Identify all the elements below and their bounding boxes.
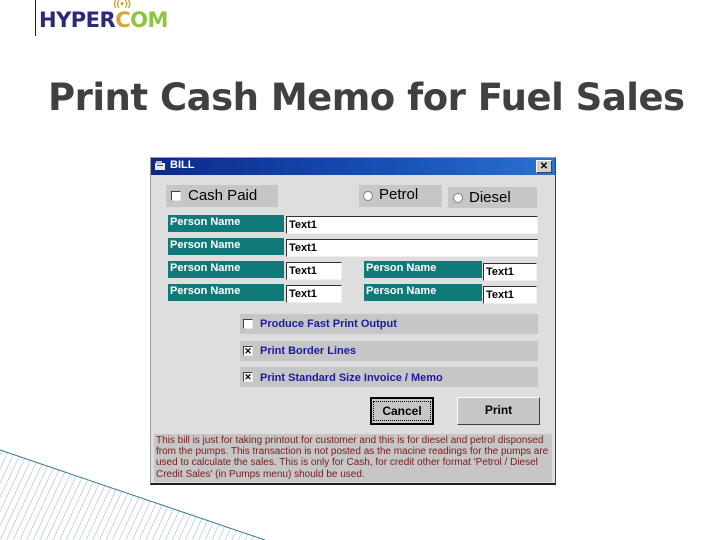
- radio-petrol-circle[interactable]: [363, 191, 373, 201]
- print-button[interactable]: Print: [457, 397, 540, 425]
- logo-text-hyper: HYPER: [39, 8, 116, 32]
- cash-paid-label: Cash Paid: [188, 187, 258, 204]
- field-input-6[interactable]: Text1: [483, 286, 537, 304]
- cash-paid-checkbox-box[interactable]: [171, 191, 181, 201]
- option-fast-print[interactable]: Produce Fast Print Output: [240, 314, 538, 334]
- option-standard-size[interactable]: ✕ Print Standard Size Invoice / Memo: [240, 367, 538, 387]
- field-label-5: Person Name: [168, 284, 284, 301]
- logo-text-om: OM: [130, 8, 168, 32]
- field-label-1: Person Name: [168, 215, 284, 232]
- option-fast-print-label: Produce Fast Print Output: [260, 318, 397, 330]
- field-label-4: Person Name: [364, 261, 482, 278]
- logo-divider: [35, 0, 36, 36]
- radio-diesel-label: Diesel: [469, 189, 511, 206]
- option-standard-size-label: Print Standard Size Invoice / Memo: [260, 372, 443, 384]
- bill-dialog: BILL ✕ Cash Paid Petrol Diesel Person Na…: [150, 157, 556, 485]
- field-input-3[interactable]: Text1: [286, 262, 342, 280]
- field-label-3: Person Name: [168, 261, 284, 278]
- cancel-button-label: Cancel: [373, 401, 431, 421]
- option-border-lines[interactable]: ✕ Print Border Lines: [240, 341, 538, 361]
- radio-diesel-circle[interactable]: [453, 193, 463, 203]
- dialog-title: BILL: [170, 159, 195, 171]
- radio-petrol[interactable]: Petrol: [359, 185, 442, 207]
- field-input-4[interactable]: Text1: [483, 263, 537, 281]
- option-fast-print-checkbox[interactable]: [243, 319, 253, 329]
- option-border-lines-checkbox[interactable]: ✕: [243, 346, 253, 356]
- field-label-6: Person Name: [364, 284, 482, 301]
- window-icon: [155, 161, 165, 170]
- slide-title: Print Cash Memo for Fuel Sales: [48, 76, 685, 119]
- cancel-button[interactable]: Cancel: [370, 397, 434, 425]
- logo-text-c: C: [115, 8, 131, 32]
- info-text: This bill is just for taking printout fo…: [154, 434, 552, 482]
- field-input-1[interactable]: Text1: [286, 216, 538, 234]
- radio-petrol-label: Petrol: [379, 186, 419, 203]
- dialog-titlebar[interactable]: BILL ✕: [151, 158, 555, 175]
- hypercom-logo: HYPERCOM: [39, 8, 168, 32]
- field-input-2[interactable]: Text1: [286, 239, 538, 257]
- field-label-2: Person Name: [168, 238, 284, 255]
- close-button[interactable]: ✕: [536, 160, 552, 173]
- option-standard-size-checkbox[interactable]: ✕: [243, 372, 253, 382]
- field-input-5[interactable]: Text1: [286, 285, 342, 303]
- option-border-lines-label: Print Border Lines: [260, 345, 356, 357]
- radio-diesel[interactable]: Diesel: [448, 187, 537, 208]
- cash-paid-checkbox[interactable]: Cash Paid: [166, 185, 278, 207]
